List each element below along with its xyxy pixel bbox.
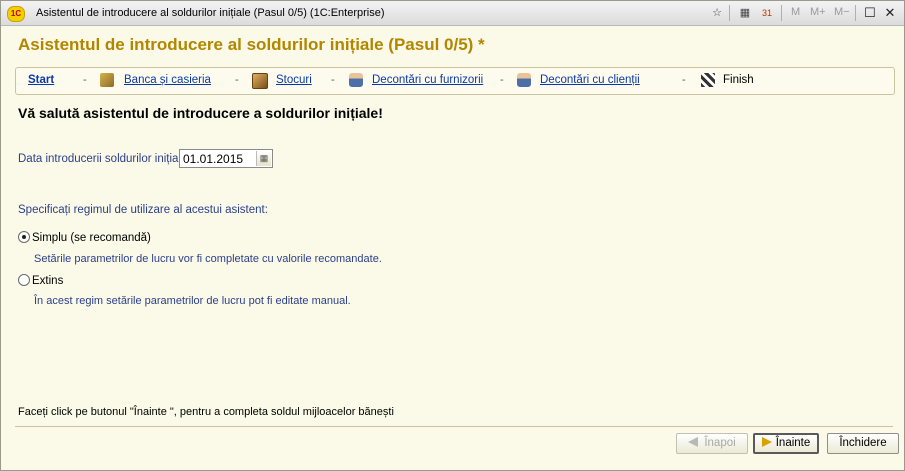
hint-text: Faceți click pe butonul "Înainte ", pent…	[18, 406, 394, 418]
step-finish[interactable]: Finish	[723, 74, 754, 86]
calculator-icon[interactable]: ▦	[737, 5, 753, 21]
stock-icon	[252, 73, 268, 89]
radio-extended-button[interactable]	[18, 274, 30, 286]
step-separator: -	[682, 74, 686, 86]
mode-label: Specificați regimul de utilizare al aces…	[18, 204, 268, 216]
back-arrow-icon	[688, 437, 699, 447]
back-button[interactable]: Înapoi	[676, 433, 748, 454]
toolbar-separator	[729, 5, 730, 21]
step-separator: -	[83, 74, 87, 86]
step-separator: -	[500, 74, 504, 86]
title-bar: 1С Asistentul de introducere al solduril…	[1, 1, 904, 26]
wizard-window: 1С Asistentul de introducere al solduril…	[0, 0, 905, 471]
close-icon[interactable]: ✕	[882, 5, 898, 21]
window-title: Asistentul de introducere al soldurilor …	[36, 7, 385, 19]
app-logo-icon[interactable]: 1С	[7, 6, 25, 22]
step-suppliers[interactable]: Decontări cu furnizorii	[372, 74, 483, 86]
radio-simple[interactable]: Simplu (se recomandă)	[18, 231, 151, 244]
close-button[interactable]: Închidere	[827, 433, 899, 454]
date-label: Data introducerii soldurilor inițiale:	[18, 153, 191, 165]
toolbar-separator	[781, 5, 782, 21]
favorite-icon[interactable]: ☆	[709, 5, 725, 21]
step-bank-link[interactable]: Banca și casieria	[124, 74, 211, 86]
back-button-label: Înapoi	[704, 437, 736, 449]
welcome-heading: Vă salută asistentul de introducere a so…	[18, 105, 383, 121]
client-icon	[517, 73, 531, 87]
supplier-icon	[349, 73, 363, 87]
date-input[interactable]	[180, 150, 259, 167]
finish-flag-icon	[701, 73, 715, 87]
step-clients-link[interactable]: Decontări cu clienții	[540, 74, 640, 86]
memory-minus-button[interactable]: M−	[834, 6, 850, 18]
step-separator: -	[331, 74, 335, 86]
radio-simple-description: Setările parametrilor de lucru vor fi co…	[34, 253, 382, 265]
window-title-text: Asistentul de introducere al soldurilor …	[36, 7, 307, 19]
next-button-label: Înainte	[775, 437, 811, 449]
steps-panel: Start - Banca și casieria - Stocuri - De…	[15, 67, 895, 95]
step-bank[interactable]: Banca și casieria	[124, 74, 211, 86]
radio-extended-description: În acest regim setările parametrilor de …	[34, 295, 351, 307]
step-separator: -	[235, 74, 239, 86]
radio-simple-label[interactable]: Simplu (se recomandă)	[32, 232, 151, 244]
next-arrow-icon	[761, 437, 772, 447]
calendar-icon[interactable]: 31	[759, 5, 775, 21]
step-stock[interactable]: Stocuri	[276, 74, 312, 86]
step-start-link[interactable]: Start	[28, 74, 54, 86]
radio-extended[interactable]: Extins	[18, 274, 63, 287]
memory-m-button[interactable]: M	[791, 6, 800, 18]
window-app-name: (1C:Enterprise)	[309, 7, 385, 19]
step-start[interactable]: Start	[28, 74, 54, 86]
bank-icon	[100, 73, 114, 87]
step-clients[interactable]: Decontări cu clienții	[540, 74, 640, 86]
calendar-picker-icon[interactable]: ▦	[256, 151, 271, 166]
step-suppliers-link[interactable]: Decontări cu furnizorii	[372, 74, 483, 86]
radio-extended-label[interactable]: Extins	[32, 275, 63, 287]
maximize-icon[interactable]: ☐	[862, 5, 878, 21]
divider	[15, 426, 893, 427]
step-stock-link[interactable]: Stocuri	[276, 74, 312, 86]
memory-plus-button[interactable]: M+	[810, 6, 826, 18]
next-button[interactable]: Înainte	[753, 433, 819, 454]
toolbar-separator	[855, 5, 856, 21]
date-field[interactable]: ▦	[179, 149, 273, 168]
radio-simple-button[interactable]	[18, 231, 30, 243]
page-title: Asistentul de introducere al soldurilor …	[18, 35, 485, 54]
